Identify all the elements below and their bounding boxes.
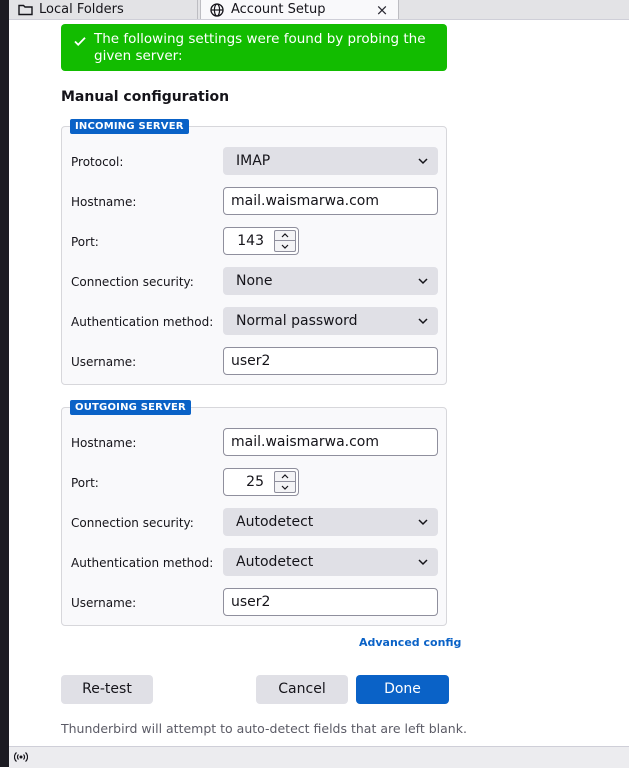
- select-value: Autodetect: [236, 514, 314, 530]
- advanced-config-link[interactable]: Advanced config: [359, 636, 461, 649]
- incoming-protocol-row: Protocol: IMAP: [62, 147, 446, 177]
- globe-icon: [209, 2, 225, 18]
- username-label: Username:: [71, 596, 137, 610]
- stepper-arrows: [274, 471, 296, 493]
- incoming-username-input[interactable]: user2: [223, 347, 438, 375]
- online-status-icon[interactable]: [14, 751, 28, 763]
- chevron-down-icon: [281, 244, 289, 249]
- incoming-port-stepper[interactable]: 143: [223, 227, 299, 255]
- status-bar: [9, 746, 629, 768]
- chevron-down-icon: [418, 278, 428, 285]
- outgoing-auth-select[interactable]: Autodetect: [223, 548, 438, 576]
- incoming-hostname-row: Hostname: mail.waismarwa.com: [62, 187, 446, 217]
- tab-strip: Local Folders Account Setup ×: [9, 0, 629, 20]
- chevron-down-icon: [418, 318, 428, 325]
- incoming-server-legend: INCOMING SERVER: [70, 119, 189, 134]
- outgoing-hostname-input[interactable]: mail.waismarwa.com: [223, 428, 438, 456]
- incoming-port-row: Port: 143: [62, 227, 446, 257]
- select-value: None: [236, 273, 273, 289]
- incoming-protocol-select[interactable]: IMAP: [223, 147, 438, 175]
- tab-account-setup[interactable]: Account Setup ×: [200, 0, 399, 19]
- auth-label: Authentication method:: [71, 315, 214, 329]
- chevron-down-icon: [418, 519, 428, 526]
- stepper-arrows: [274, 230, 296, 252]
- tab-local-folders[interactable]: Local Folders: [9, 0, 198, 19]
- chevron-down-icon: [418, 158, 428, 165]
- outgoing-port-row: Port: 25: [62, 468, 446, 498]
- checkmark-icon: [74, 37, 86, 46]
- chevron-down-icon: [281, 485, 289, 490]
- notice-text: The following settings were found by pro…: [94, 31, 426, 64]
- incoming-security-select[interactable]: None: [223, 267, 438, 295]
- incoming-hostname-input[interactable]: mail.waismarwa.com: [223, 187, 438, 215]
- outgoing-server-group: OUTGOING SERVER Hostname: mail.waismarwa…: [61, 400, 447, 626]
- chevron-up-icon: [281, 233, 289, 238]
- incoming-username-row: Username: user2: [62, 347, 446, 377]
- hostname-label: Hostname:: [71, 195, 137, 209]
- username-label: Username:: [71, 355, 137, 369]
- select-value: Autodetect: [236, 554, 314, 570]
- incoming-server-group: INCOMING SERVER Protocol: IMAP Hostname:…: [61, 119, 447, 385]
- port-label: Port:: [71, 235, 99, 249]
- decrement-button[interactable]: [274, 241, 296, 252]
- outgoing-port-stepper[interactable]: 25: [223, 468, 299, 496]
- section-title: Manual configuration: [61, 89, 230, 105]
- incoming-security-row: Connection security: None: [62, 267, 446, 297]
- select-value: Normal password: [236, 313, 358, 329]
- outgoing-security-row: Connection security: Autodetect: [62, 508, 446, 538]
- tab-label: Account Setup: [231, 2, 326, 17]
- cancel-button[interactable]: Cancel: [256, 675, 348, 704]
- auth-label: Authentication method:: [71, 556, 214, 570]
- close-icon[interactable]: ×: [372, 1, 392, 19]
- incoming-auth-row: Authentication method: Normal password: [62, 307, 446, 337]
- increment-button[interactable]: [274, 230, 296, 241]
- outgoing-username-input[interactable]: user2: [223, 588, 438, 616]
- decrement-button[interactable]: [274, 482, 296, 493]
- folder-icon: [17, 2, 33, 18]
- autodetect-footnote: Thunderbird will attempt to auto-detect …: [61, 721, 467, 736]
- incoming-auth-select[interactable]: Normal password: [223, 307, 438, 335]
- done-button[interactable]: Done: [356, 675, 449, 704]
- outgoing-hostname-row: Hostname: mail.waismarwa.com: [62, 428, 446, 458]
- security-label: Connection security:: [71, 275, 194, 289]
- increment-button[interactable]: [274, 471, 296, 482]
- port-label: Port:: [71, 476, 99, 490]
- tab-label: Local Folders: [39, 2, 124, 17]
- hostname-label: Hostname:: [71, 436, 137, 450]
- outgoing-auth-row: Authentication method: Autodetect: [62, 548, 446, 578]
- window-edge: [0, 0, 9, 767]
- security-label: Connection security:: [71, 516, 194, 530]
- outgoing-username-row: Username: user2: [62, 588, 446, 618]
- retest-button[interactable]: Re-test: [61, 675, 153, 704]
- port-value: 143: [237, 233, 264, 249]
- port-value: 25: [246, 474, 264, 490]
- select-value: IMAP: [236, 153, 271, 169]
- outgoing-server-legend: OUTGOING SERVER: [70, 400, 191, 415]
- protocol-label: Protocol:: [71, 155, 124, 169]
- chevron-down-icon: [418, 559, 428, 566]
- success-notice: The following settings were found by pro…: [61, 24, 447, 71]
- outgoing-security-select[interactable]: Autodetect: [223, 508, 438, 536]
- chevron-up-icon: [281, 474, 289, 479]
